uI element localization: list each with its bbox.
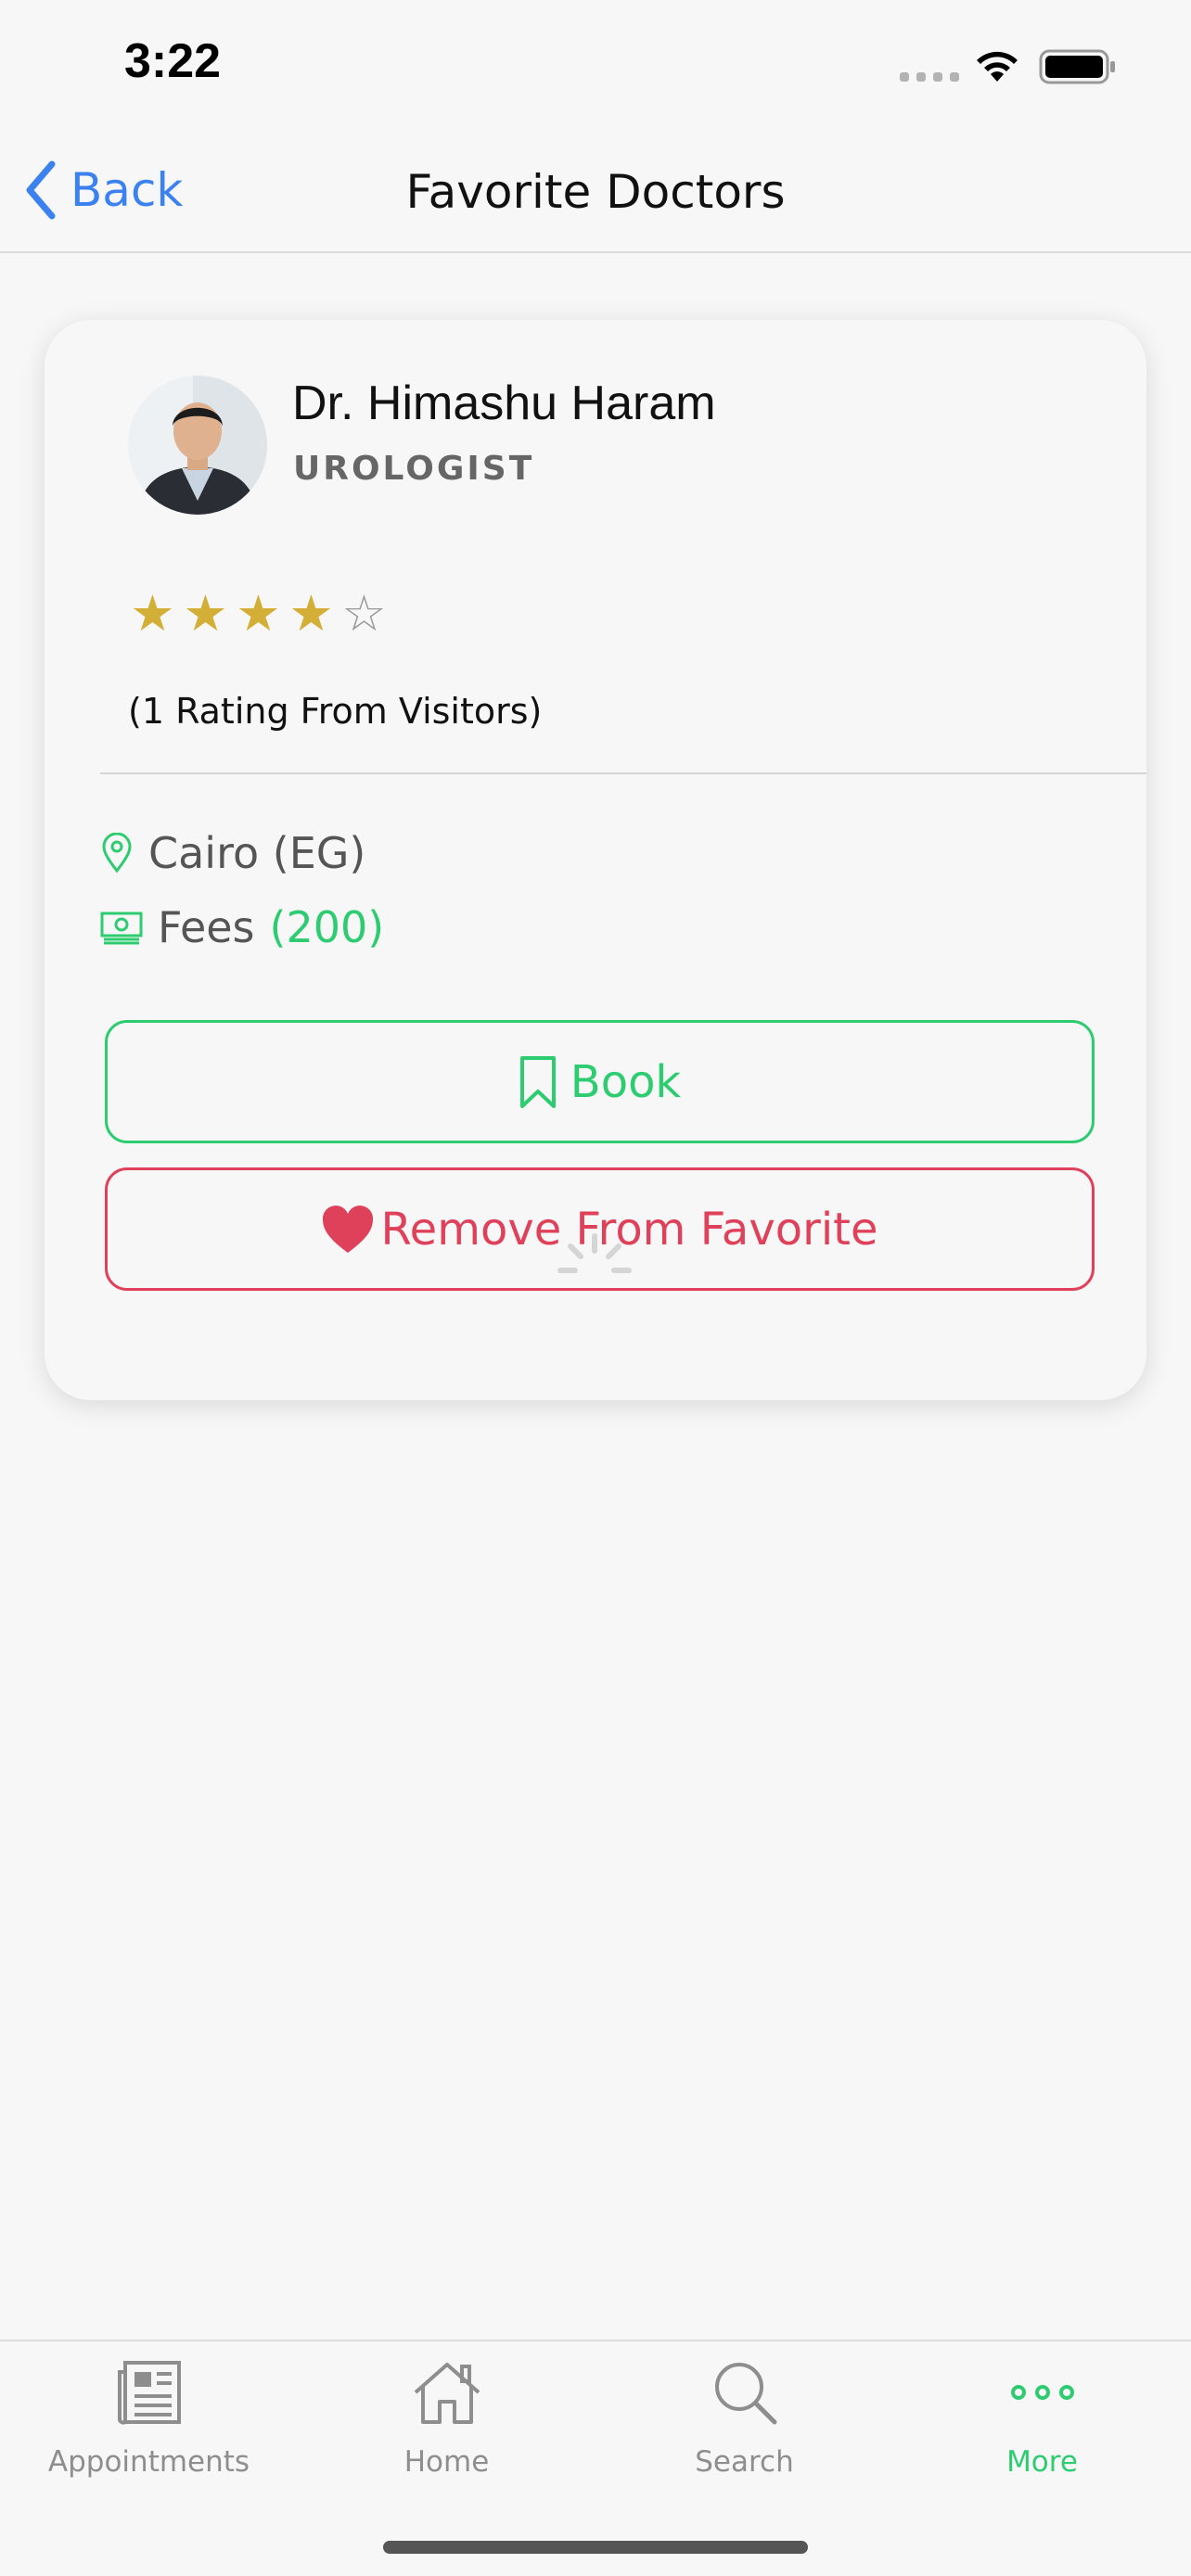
doctor-specialty: UROLOGIST [293,450,535,488]
wifi-icon [977,51,1018,82]
more-dots-icon [1010,2385,1074,2400]
tab-label: Home [403,2445,490,2479]
doctor-avatar[interactable] [128,376,267,515]
fees-row: Fees (200) [100,902,384,952]
cellular-signal-icon [900,72,959,82]
page-title: Favorite Doctors [405,165,786,219]
home-icon [414,2363,480,2424]
status-time: 3:22 [124,34,222,88]
tab-home[interactable]: Home [298,2351,596,2490]
location-pin-icon [102,833,132,874]
tab-label: More [1006,2445,1078,2479]
navigation-bar: Back Favorite Doctors [0,121,1191,253]
status-bar: 3:22 [0,0,1191,121]
search-icon [714,2363,776,2425]
money-icon [100,912,143,945]
battery-icon [1039,49,1115,84]
home-indicator [383,2541,808,2554]
book-label: Book [570,1055,682,1108]
location-text: Cairo (EG) [148,828,366,878]
newspaper-icon [117,2361,181,2425]
tab-search[interactable]: Search [596,2351,893,2490]
star-filled-icon: ★ [288,584,334,643]
fees-label: Fees [158,902,255,952]
star-filled-icon: ★ [130,584,175,643]
location-row: Cairo (EG) [100,828,365,878]
star-empty-icon: ☆ [341,584,387,643]
fees-amount: (200) [269,902,385,952]
bookmark-icon [519,1055,556,1108]
tab-label: Appointments [47,2445,250,2479]
doctor-name: Dr. Himashu Haram [292,376,716,430]
heart-icon [323,1205,374,1253]
tab-label: Search [695,2445,794,2479]
rating-count: (1 Rating From Visitors) [128,691,543,732]
divider [100,772,1146,774]
book-button[interactable]: Book [105,1020,1095,1143]
star-filled-icon: ★ [236,584,281,643]
tab-appointments[interactable]: Appointments [0,2351,298,2490]
tab-more[interactable]: More [893,2351,1191,2490]
rating-stars: ★ ★ ★ ★ ☆ [130,589,387,639]
star-filled-icon: ★ [183,584,228,643]
loading-spinner-icon [557,1233,632,1273]
